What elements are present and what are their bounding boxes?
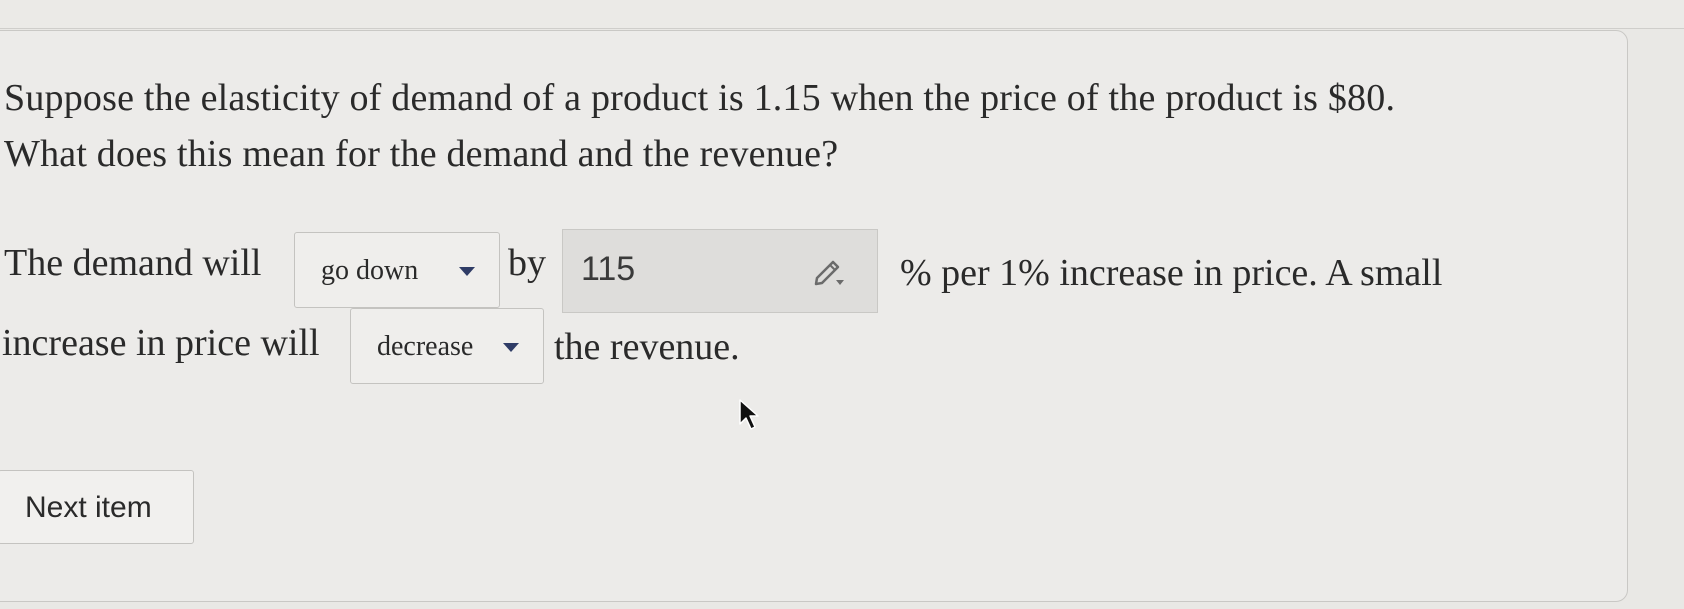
mouse-pointer-icon [739,399,759,430]
revenue-effect-value: decrease [377,331,474,362]
answer-prefix-2: increase in price will [2,322,320,364]
question-line-1: Suppose the elasticity of demand of a pr… [4,77,1396,119]
answer-suffix-2: the revenue. [554,326,740,368]
next-item-label: Next item [25,491,152,524]
top-strip [0,0,1684,29]
question-text: Suppose the elasticity of demand of a pr… [4,70,1504,182]
question-line-2: What does this mean for the demand and t… [4,133,839,175]
revenue-effect-select[interactable]: decrease [350,308,544,384]
caret-down-icon [503,343,519,352]
answer-suffix-1: % per 1% increase in price. A small [900,252,1443,294]
next-item-button[interactable]: Next item [0,470,194,544]
by-label: by [508,242,546,284]
pencil-icon[interactable] [811,252,849,290]
answer-prefix-1: The demand will [4,242,262,284]
percent-input[interactable]: 115 [562,229,878,313]
percent-input-value: 115 [581,250,636,288]
caret-down-icon [459,267,475,276]
demand-direction-value: go down [321,255,419,286]
demand-direction-select[interactable]: go down [294,232,500,308]
